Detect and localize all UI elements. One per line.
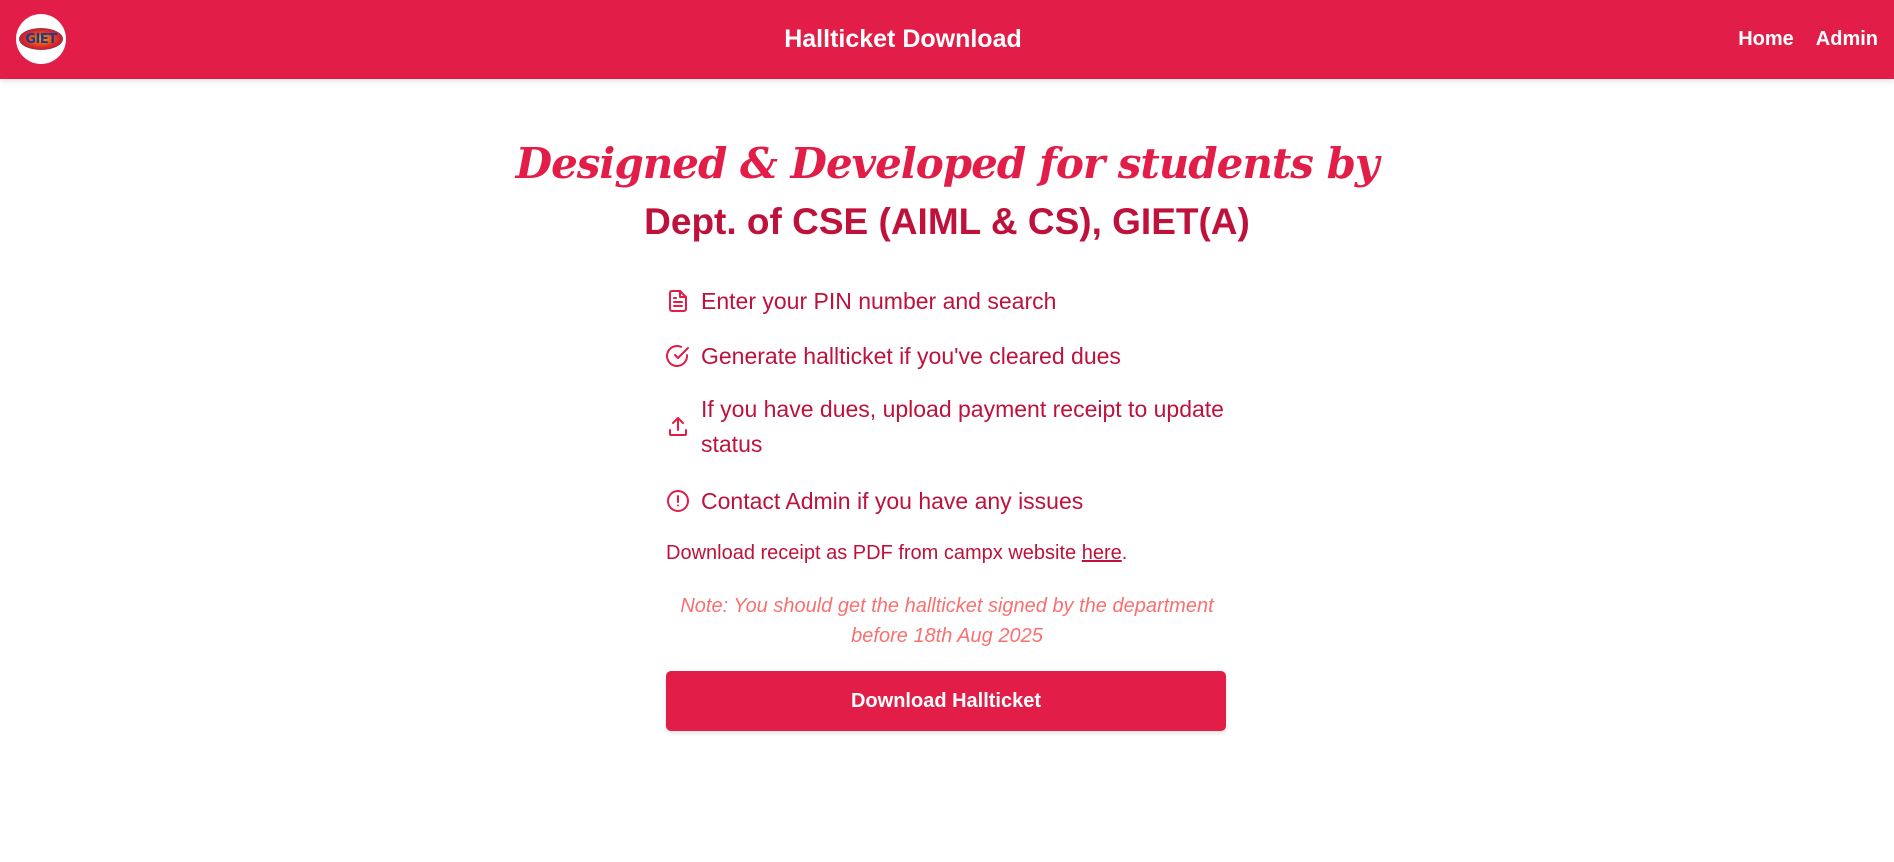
step-upload: If you have dues, upload payment receipt…	[666, 391, 1228, 463]
step-text: Enter your PIN number and search	[701, 287, 1057, 314]
upload-icon	[669, 417, 687, 436]
step-enter-pin: Enter your PIN number and search	[666, 281, 1228, 321]
receipt-instruction: Download receipt as PDF from campx websi…	[666, 539, 1228, 567]
step-generate: Generate hallticket if you've cleared du…	[666, 336, 1228, 376]
deadline-note: Note: You should get the hallticket sign…	[680, 595, 1214, 647]
campx-here-link[interactable]: here	[1082, 542, 1122, 564]
designed-by-heading: Designed & Developed for students by	[515, 139, 1380, 188]
nav-admin-link[interactable]: Admin	[1816, 28, 1878, 51]
step-text: Generate hallticket if you've cleared du…	[701, 342, 1121, 369]
navbar: GIET Hallticket Download Home Admin	[0, 0, 1894, 79]
nav-links: Home Admin	[1738, 0, 1878, 79]
nav-home-link[interactable]: Home	[1738, 28, 1794, 51]
check-circle-icon	[666, 345, 689, 367]
receipt-suffix: .	[1121, 542, 1128, 564]
download-hallticket-button[interactable]: Download Hallticket	[666, 671, 1226, 731]
department-heading: Dept. of CSE (AIML & CS), GIET(A)	[644, 201, 1250, 242]
receipt-prefix: Download receipt as PDF from campx websi…	[666, 542, 1082, 564]
step-contact-admin: Contact Admin if you have any issues	[666, 481, 1228, 521]
alert-circle-icon	[667, 490, 689, 512]
page-title: Hallticket Download	[784, 25, 1022, 53]
document-icon	[669, 290, 687, 312]
step-text: Contact Admin if you have any issues	[701, 487, 1084, 514]
step-text: If you have dues, upload payment receipt…	[701, 396, 1224, 457]
